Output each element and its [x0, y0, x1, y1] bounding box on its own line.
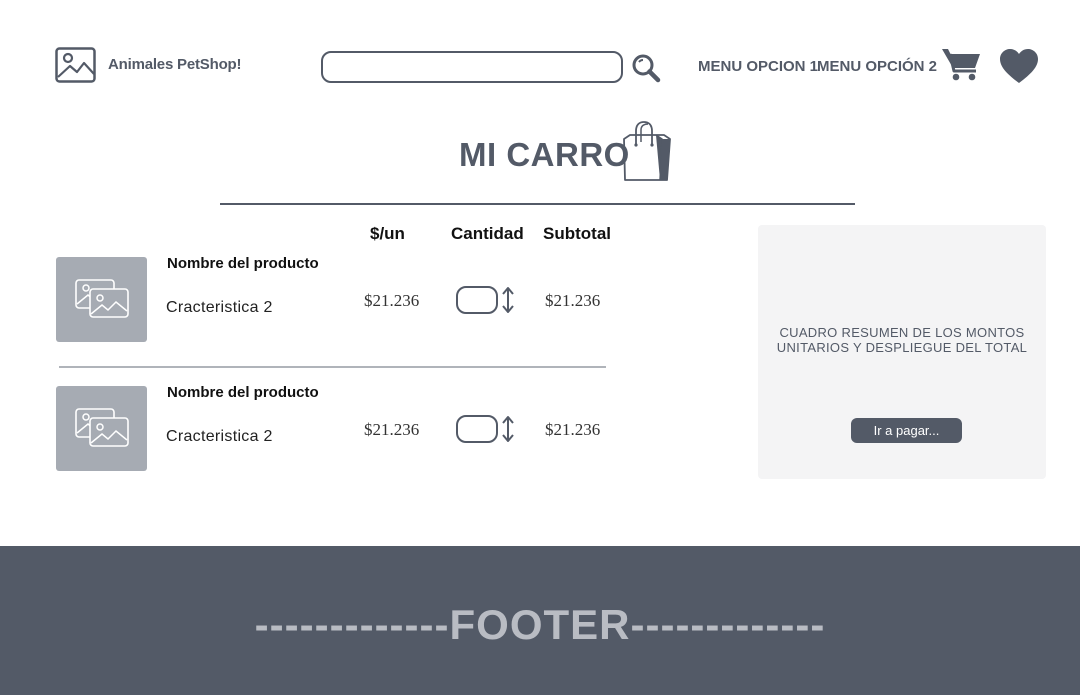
cart-icon[interactable] [941, 46, 981, 82]
menu-option-1[interactable]: MENU OPCION 1 [698, 58, 818, 75]
quantity-input[interactable] [456, 415, 498, 443]
unit-price: $21.236 [364, 291, 420, 310]
images-icon [75, 279, 129, 318]
column-unit-price: $/un [370, 224, 405, 243]
summary-panel: CUADRO RESUMEN DE LOS MONTOS UNITARIOS Y… [758, 225, 1046, 479]
search-icon[interactable] [631, 53, 661, 83]
row-divider [59, 366, 606, 368]
title-divider [220, 203, 855, 205]
brand-name[interactable]: Animales PetShop! [108, 56, 241, 73]
heart-icon[interactable] [999, 48, 1039, 84]
footer: -------------FOOTER------------- [0, 546, 1080, 695]
subtotal: $21.236 [545, 420, 601, 439]
summary-line-1: CUADRO RESUMEN DE LOS MONTOS [779, 325, 1025, 340]
quantity-stepper-icon[interactable] [500, 286, 516, 314]
unit-price: $21.236 [364, 420, 420, 439]
shopping-bag-icon [620, 121, 672, 183]
product-attribute: Cracteristica 2 [166, 299, 273, 316]
column-quantity: Cantidad [451, 224, 524, 243]
search-input[interactable] [321, 51, 623, 83]
image-logo-icon[interactable] [55, 47, 96, 83]
footer-text: -------------FOOTER------------- [254, 601, 826, 648]
column-subtotal: Subtotal [543, 224, 611, 243]
quantity-stepper-icon[interactable] [500, 415, 516, 443]
summary-line-2: UNITARIOS Y DESPLIEGUE DEL TOTAL [776, 340, 1028, 355]
menu-option-2[interactable]: MENU OPCIÓN 2 [817, 58, 937, 75]
images-icon [75, 408, 129, 447]
product-name[interactable]: Nombre del producto [167, 255, 319, 272]
page-title: MI CARRO [459, 136, 630, 173]
summary-description: CUADRO RESUMEN DE LOS MONTOS UNITARIOS Y… [758, 325, 1046, 355]
pay-button[interactable]: Ir a pagar... [851, 418, 962, 443]
product-attribute: Cracteristica 2 [166, 428, 273, 445]
product-image-placeholder[interactable] [56, 386, 147, 471]
product-image-placeholder[interactable] [56, 257, 147, 342]
quantity-input[interactable] [456, 286, 498, 314]
subtotal: $21.236 [545, 291, 601, 310]
product-name[interactable]: Nombre del producto [167, 384, 319, 401]
